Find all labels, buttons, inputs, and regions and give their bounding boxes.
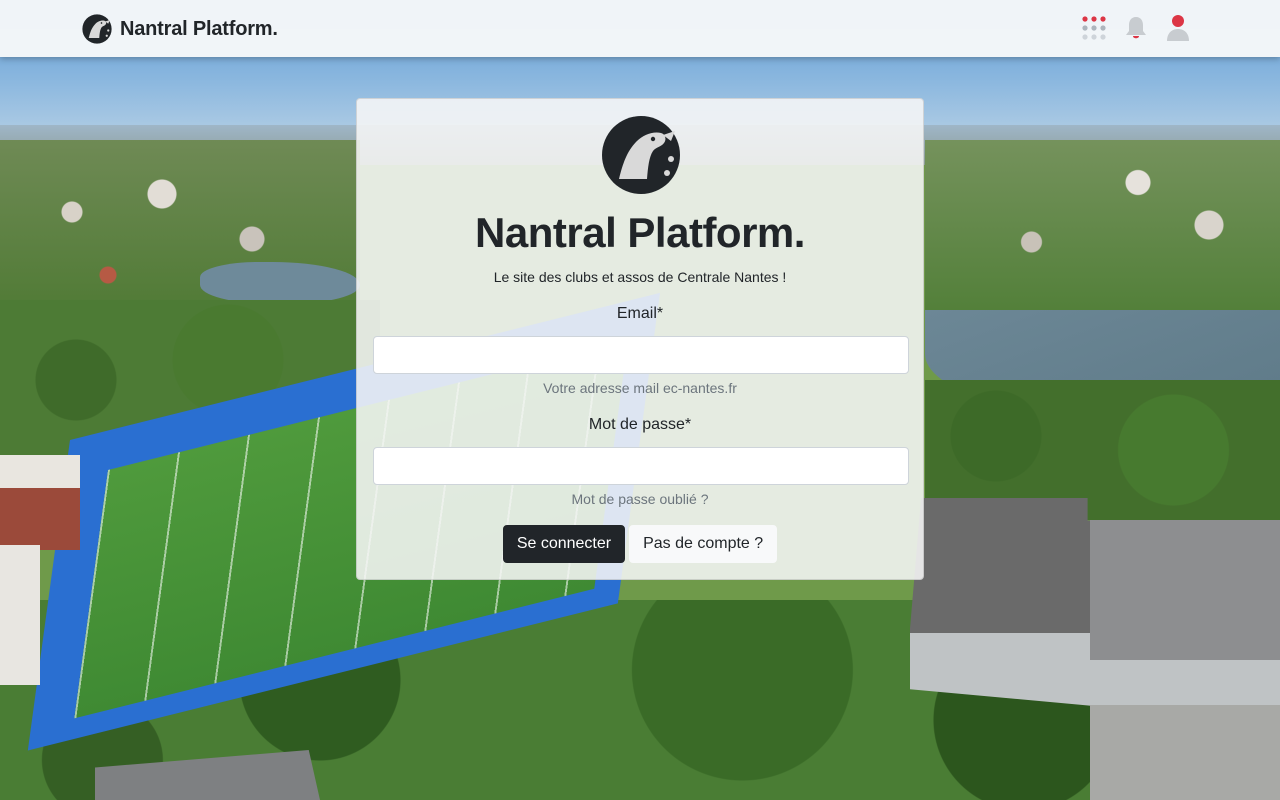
- apps-grid-icon: [1082, 16, 1106, 40]
- brand-link[interactable]: Nantral Platform.: [82, 13, 278, 45]
- brand-name: Nantral Platform.: [120, 17, 278, 40]
- email-help-text: Votre adresse mail ec-nantes.fr: [543, 380, 737, 396]
- email-field[interactable]: [373, 336, 909, 374]
- login-card: Nantral Platform. Le site des clubs et a…: [356, 98, 924, 580]
- register-button[interactable]: Pas de compte ?: [629, 525, 778, 563]
- password-label: Mot de passe*: [588, 416, 692, 433]
- campus-roof: [1090, 520, 1280, 660]
- forgot-password-link[interactable]: Mot de passe oublié ?: [357, 491, 923, 507]
- navbar: Nantral Platform.: [0, 0, 1280, 57]
- river-left: [200, 262, 360, 304]
- bell-icon: [1126, 17, 1146, 39]
- page-subtitle: Le site des clubs et assos de Centrale N…: [493, 269, 787, 285]
- notifications-button[interactable]: [1124, 14, 1148, 42]
- user-icon: [1167, 15, 1189, 41]
- building-left-lower: [0, 545, 40, 685]
- profile-button[interactable]: [1166, 14, 1190, 42]
- nantral-logo-icon: [602, 116, 680, 194]
- navbar-actions: [1082, 14, 1190, 42]
- email-label: Email*: [616, 305, 664, 322]
- login-actions: Se connecter Pas de compte ?: [357, 525, 923, 563]
- login-button[interactable]: Se connecter: [502, 525, 626, 563]
- building-left: [0, 455, 80, 550]
- city-area-right: [925, 140, 1280, 310]
- road: [1090, 705, 1280, 800]
- nantral-logo-icon: [82, 14, 112, 44]
- page-title: Nantral Platform.: [475, 209, 805, 256]
- apps-button[interactable]: [1082, 14, 1106, 42]
- password-field[interactable]: [373, 447, 909, 485]
